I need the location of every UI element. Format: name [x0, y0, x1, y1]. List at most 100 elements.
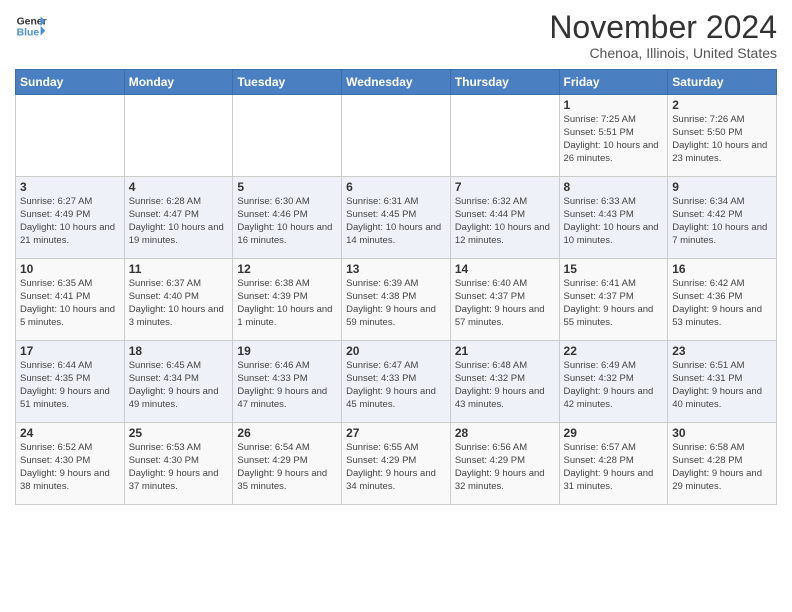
- calendar-cell: [16, 95, 125, 177]
- day-number: 19: [237, 344, 337, 358]
- calendar-cell: 21Sunrise: 6:48 AM Sunset: 4:32 PM Dayli…: [450, 341, 559, 423]
- day-detail: Sunrise: 6:45 AM Sunset: 4:34 PM Dayligh…: [129, 360, 229, 411]
- calendar-cell: 5 Sunrise: 6:30 AM Sunset: 4:46 PM Daylig…: [233, 177, 342, 259]
- day-header-monday: Monday: [124, 70, 233, 95]
- calendar-cell: 17 Sunrise: 6:44 AM Sunset: 4:35 PM Dayli…: [16, 341, 125, 423]
- day-number: 18: [129, 344, 229, 358]
- day-detail: Sunrise: 6:51 AM Sunset: 4:31 PM Dayligh…: [672, 360, 772, 411]
- calendar-cell: 24 Sunrise: 6:52 AM Sunset: 4:30 PM Dayli…: [16, 423, 125, 505]
- week-row-2: 3Sunrise: 6:27 AM Sunset: 4:49 PM Daylig…: [16, 177, 777, 259]
- logo: General Blue: [15, 10, 47, 42]
- week-row-4: 17 Sunrise: 6:44 AM Sunset: 4:35 PM Dayli…: [16, 341, 777, 423]
- calendar-cell: 12Sunrise: 6:38 AM Sunset: 4:39 PM Dayli…: [233, 259, 342, 341]
- calendar-cell: 20 Sunrise: 6:47 AM Sunset: 4:33 PM Dayli…: [342, 341, 451, 423]
- calendar-cell: 2Sunrise: 7:26 AM Sunset: 5:50 PM Daylig…: [668, 95, 777, 177]
- week-row-5: 24 Sunrise: 6:52 AM Sunset: 4:30 PM Dayli…: [16, 423, 777, 505]
- day-number: 30: [672, 426, 772, 440]
- day-number: 5: [237, 180, 337, 194]
- day-number: 1: [564, 98, 664, 112]
- day-number: 8: [564, 180, 664, 194]
- calendar-cell: 19 Sunrise: 6:46 AM Sunset: 4:33 PM Dayli…: [233, 341, 342, 423]
- calendar-cell: 16 Sunrise: 6:42 AM Sunset: 4:36 PM Dayli…: [668, 259, 777, 341]
- day-number: 29: [564, 426, 664, 440]
- title-section: November 2024 Chenoa, Illinois, United S…: [549, 10, 777, 61]
- day-detail: Sunrise: 6:58 AM Sunset: 4:28 PM Dayligh…: [672, 442, 772, 493]
- calendar-table: SundayMondayTuesdayWednesdayThursdayFrid…: [15, 69, 777, 505]
- day-number: 2: [672, 98, 772, 112]
- day-detail: Sunrise: 6:30 AM Sunset: 4:46 PM Dayligh…: [237, 196, 337, 247]
- day-detail: Sunrise: 6:49 AM Sunset: 4:32 PM Dayligh…: [564, 360, 664, 411]
- calendar-cell: 13 Sunrise: 6:39 AM Sunset: 4:38 PM Dayli…: [342, 259, 451, 341]
- day-number: 3: [20, 180, 120, 194]
- day-number: 7: [455, 180, 555, 194]
- day-header-saturday: Saturday: [668, 70, 777, 95]
- calendar-cell: 30 Sunrise: 6:58 AM Sunset: 4:28 PM Dayli…: [668, 423, 777, 505]
- day-number: 14: [455, 262, 555, 276]
- day-detail: Sunrise: 6:52 AM Sunset: 4:30 PM Dayligh…: [20, 442, 120, 493]
- calendar-cell: 27Sunrise: 6:55 AM Sunset: 4:29 PM Dayli…: [342, 423, 451, 505]
- calendar-cell: 7Sunrise: 6:32 AM Sunset: 4:44 PM Daylig…: [450, 177, 559, 259]
- week-row-3: 10 Sunrise: 6:35 AM Sunset: 4:41 PM Dayli…: [16, 259, 777, 341]
- day-detail: Sunrise: 6:54 AM Sunset: 4:29 PM Dayligh…: [237, 442, 337, 493]
- calendar-cell: 11 Sunrise: 6:37 AM Sunset: 4:40 PM Dayli…: [124, 259, 233, 341]
- day-detail: Sunrise: 6:41 AM Sunset: 4:37 PM Dayligh…: [564, 278, 664, 329]
- day-detail: Sunrise: 6:47 AM Sunset: 4:33 PM Dayligh…: [346, 360, 446, 411]
- day-detail: Sunrise: 6:35 AM Sunset: 4:41 PM Dayligh…: [20, 278, 120, 329]
- day-number: 4: [129, 180, 229, 194]
- day-detail: Sunrise: 6:39 AM Sunset: 4:38 PM Dayligh…: [346, 278, 446, 329]
- day-detail: Sunrise: 7:25 AM Sunset: 5:51 PM Dayligh…: [564, 114, 664, 165]
- calendar-cell: 26 Sunrise: 6:54 AM Sunset: 4:29 PM Dayli…: [233, 423, 342, 505]
- day-detail: Sunrise: 6:57 AM Sunset: 4:28 PM Dayligh…: [564, 442, 664, 493]
- calendar-cell: 9 Sunrise: 6:34 AM Sunset: 4:42 PM Daylig…: [668, 177, 777, 259]
- calendar-cell: [124, 95, 233, 177]
- day-detail: Sunrise: 6:31 AM Sunset: 4:45 PM Dayligh…: [346, 196, 446, 247]
- day-detail: Sunrise: 6:42 AM Sunset: 4:36 PM Dayligh…: [672, 278, 772, 329]
- day-detail: Sunrise: 6:44 AM Sunset: 4:35 PM Dayligh…: [20, 360, 120, 411]
- calendar-cell: 10 Sunrise: 6:35 AM Sunset: 4:41 PM Dayli…: [16, 259, 125, 341]
- day-number: 25: [129, 426, 229, 440]
- location: Chenoa, Illinois, United States: [549, 45, 777, 61]
- page: General Blue November 2024 Chenoa, Illin…: [0, 0, 792, 612]
- day-header-wednesday: Wednesday: [342, 70, 451, 95]
- calendar-cell: 4Sunrise: 6:28 AM Sunset: 4:47 PM Daylig…: [124, 177, 233, 259]
- day-number: 17: [20, 344, 120, 358]
- day-number: 10: [20, 262, 120, 276]
- day-number: 9: [672, 180, 772, 194]
- day-detail: Sunrise: 6:48 AM Sunset: 4:32 PM Dayligh…: [455, 360, 555, 411]
- calendar-cell: 3Sunrise: 6:27 AM Sunset: 4:49 PM Daylig…: [16, 177, 125, 259]
- calendar-cell: 29 Sunrise: 6:57 AM Sunset: 4:28 PM Dayli…: [559, 423, 668, 505]
- day-number: 26: [237, 426, 337, 440]
- calendar-cell: [342, 95, 451, 177]
- day-number: 20: [346, 344, 446, 358]
- day-number: 15: [564, 262, 664, 276]
- day-detail: Sunrise: 6:37 AM Sunset: 4:40 PM Dayligh…: [129, 278, 229, 329]
- logo-icon: General Blue: [15, 10, 47, 42]
- day-detail: Sunrise: 6:34 AM Sunset: 4:42 PM Dayligh…: [672, 196, 772, 247]
- calendar-cell: 6 Sunrise: 6:31 AM Sunset: 4:45 PM Daylig…: [342, 177, 451, 259]
- day-detail: Sunrise: 6:46 AM Sunset: 4:33 PM Dayligh…: [237, 360, 337, 411]
- calendar-cell: 22 Sunrise: 6:49 AM Sunset: 4:32 PM Dayli…: [559, 341, 668, 423]
- week-row-1: 1 Sunrise: 7:25 AM Sunset: 5:51 PM Daylig…: [16, 95, 777, 177]
- day-number: 24: [20, 426, 120, 440]
- header: General Blue November 2024 Chenoa, Illin…: [15, 10, 777, 61]
- day-number: 11: [129, 262, 229, 276]
- calendar-cell: 14 Sunrise: 6:40 AM Sunset: 4:37 PM Dayli…: [450, 259, 559, 341]
- day-number: 13: [346, 262, 446, 276]
- calendar-cell: 28 Sunrise: 6:56 AM Sunset: 4:29 PM Dayli…: [450, 423, 559, 505]
- calendar-cell: 25Sunrise: 6:53 AM Sunset: 4:30 PM Dayli…: [124, 423, 233, 505]
- day-header-sunday: Sunday: [16, 70, 125, 95]
- calendar-cell: 23Sunrise: 6:51 AM Sunset: 4:31 PM Dayli…: [668, 341, 777, 423]
- day-number: 27: [346, 426, 446, 440]
- day-header-friday: Friday: [559, 70, 668, 95]
- day-detail: Sunrise: 6:56 AM Sunset: 4:29 PM Dayligh…: [455, 442, 555, 493]
- day-number: 16: [672, 262, 772, 276]
- day-detail: Sunrise: 6:33 AM Sunset: 4:43 PM Dayligh…: [564, 196, 664, 247]
- day-detail: Sunrise: 6:40 AM Sunset: 4:37 PM Dayligh…: [455, 278, 555, 329]
- calendar-cell: 18 Sunrise: 6:45 AM Sunset: 4:34 PM Dayli…: [124, 341, 233, 423]
- day-number: 28: [455, 426, 555, 440]
- day-number: 12: [237, 262, 337, 276]
- month-title: November 2024: [549, 10, 777, 45]
- day-number: 22: [564, 344, 664, 358]
- day-number: 6: [346, 180, 446, 194]
- day-header-thursday: Thursday: [450, 70, 559, 95]
